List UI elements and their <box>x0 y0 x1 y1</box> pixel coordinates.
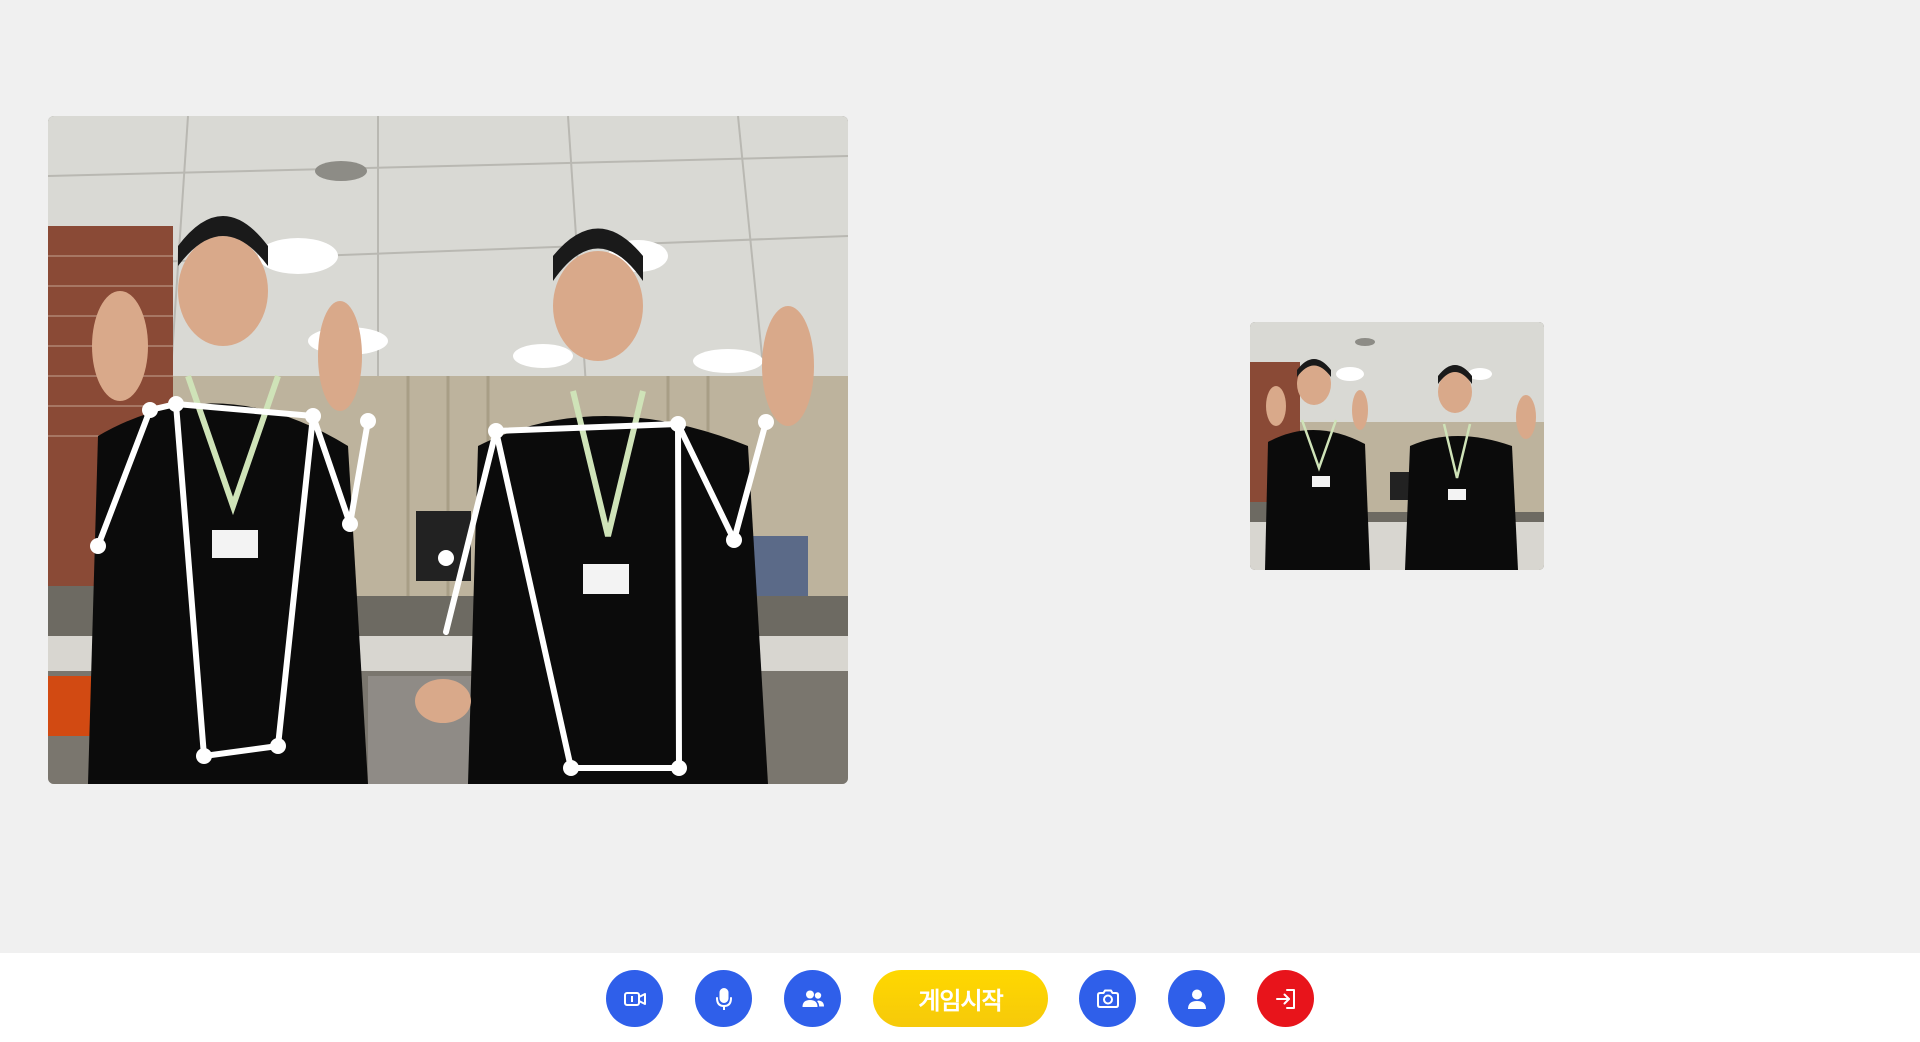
profile-button[interactable] <box>1168 970 1225 1027</box>
remote-video[interactable] <box>1250 322 1544 570</box>
video-camera-icon <box>623 991 646 1006</box>
control-toolbar: 게임시작 <box>0 953 1920 1042</box>
remote-camera-frame <box>1250 322 1544 570</box>
exit-button[interactable] <box>1257 970 1314 1027</box>
microphone-icon <box>715 987 732 1010</box>
camera-icon <box>1096 989 1119 1008</box>
participants-button[interactable] <box>784 970 841 1027</box>
start-game-button[interactable]: 게임시작 <box>873 970 1048 1027</box>
camera-frame <box>48 116 848 784</box>
user-icon <box>1187 989 1206 1009</box>
video-stage <box>0 0 1920 953</box>
main-video <box>48 116 848 784</box>
mic-toggle-button[interactable] <box>695 970 752 1027</box>
screenshot-button[interactable] <box>1079 970 1136 1027</box>
video-toggle-button[interactable] <box>606 970 663 1027</box>
users-icon <box>802 990 824 1007</box>
exit-icon <box>1275 988 1295 1009</box>
